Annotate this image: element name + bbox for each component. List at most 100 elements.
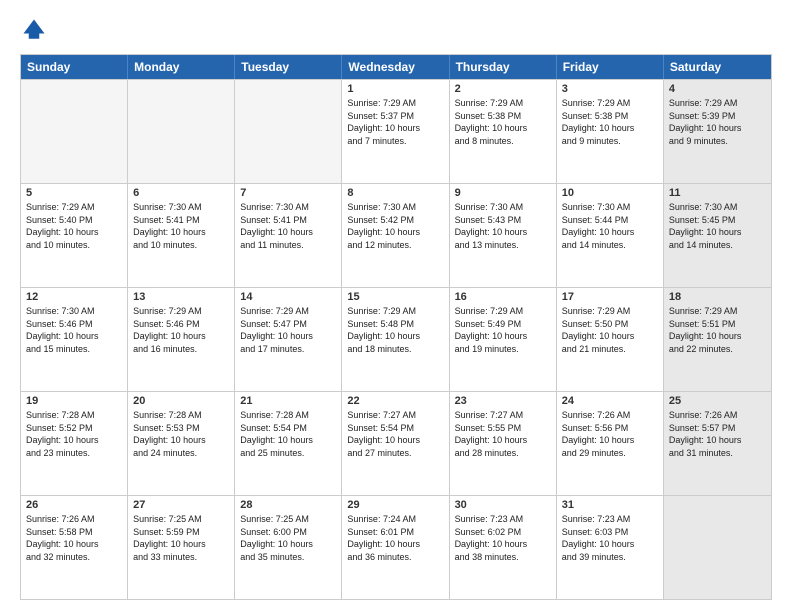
day-number: 7 <box>240 187 336 199</box>
day-cell-21: 21 Sunrise: 7:28 AM Sunset: 5:54 PM Dayli… <box>235 392 342 495</box>
day-number: 13 <box>133 291 229 303</box>
calendar-week-1: 1 Sunrise: 7:29 AM Sunset: 5:37 PM Daylig… <box>21 79 771 183</box>
day-info: Sunrise: 7:29 AM Sunset: 5:47 PM Dayligh… <box>240 305 336 355</box>
day-info: Sunrise: 7:29 AM Sunset: 5:39 PM Dayligh… <box>669 97 766 147</box>
day-cell-2: 2 Sunrise: 7:29 AM Sunset: 5:38 PM Daylig… <box>450 80 557 183</box>
day-header-saturday: Saturday <box>664 55 771 79</box>
day-header-thursday: Thursday <box>450 55 557 79</box>
day-number: 3 <box>562 83 658 95</box>
logo <box>20 16 52 44</box>
day-number: 28 <box>240 499 336 511</box>
day-info: Sunrise: 7:29 AM Sunset: 5:38 PM Dayligh… <box>455 97 551 147</box>
day-cell-15: 15 Sunrise: 7:29 AM Sunset: 5:48 PM Dayli… <box>342 288 449 391</box>
day-number: 23 <box>455 395 551 407</box>
day-cell-25: 25 Sunrise: 7:26 AM Sunset: 5:57 PM Dayli… <box>664 392 771 495</box>
day-cell-12: 12Sunrise: 7:30 AM Sunset: 5:46 PM Dayli… <box>21 288 128 391</box>
day-info: Sunrise: 7:26 AM Sunset: 5:58 PM Dayligh… <box>26 513 122 563</box>
day-cell-17: 17Sunrise: 7:29 AM Sunset: 5:50 PM Dayli… <box>557 288 664 391</box>
calendar: SundayMondayTuesdayWednesdayThursdayFrid… <box>20 54 772 600</box>
day-number: 24 <box>562 395 658 407</box>
day-header-monday: Monday <box>128 55 235 79</box>
day-header-sunday: Sunday <box>21 55 128 79</box>
day-cell-4: 4 Sunrise: 7:29 AM Sunset: 5:39 PM Daylig… <box>664 80 771 183</box>
day-cell-18: 18Sunrise: 7:29 AM Sunset: 5:51 PM Dayli… <box>664 288 771 391</box>
day-cell-5: 5Sunrise: 7:29 AM Sunset: 5:40 PM Daylig… <box>21 184 128 287</box>
day-cell-24: 24 Sunrise: 7:26 AM Sunset: 5:56 PM Dayli… <box>557 392 664 495</box>
day-info: Sunrise: 7:30 AM Sunset: 5:46 PM Dayligh… <box>26 305 122 355</box>
day-info: Sunrise: 7:26 AM Sunset: 5:56 PM Dayligh… <box>562 409 658 459</box>
day-info: Sunrise: 7:27 AM Sunset: 5:55 PM Dayligh… <box>455 409 551 459</box>
day-cell-30: 30 Sunrise: 7:23 AM Sunset: 6:02 PM Dayli… <box>450 496 557 599</box>
day-info: Sunrise: 7:23 AM Sunset: 6:03 PM Dayligh… <box>562 513 658 563</box>
day-number: 9 <box>455 187 551 199</box>
day-number: 14 <box>240 291 336 303</box>
day-info: Sunrise: 7:30 AM Sunset: 5:41 PM Dayligh… <box>133 201 229 251</box>
day-cell-22: 22 Sunrise: 7:27 AM Sunset: 5:54 PM Dayli… <box>342 392 449 495</box>
day-info: Sunrise: 7:28 AM Sunset: 5:53 PM Dayligh… <box>133 409 229 459</box>
day-number: 25 <box>669 395 766 407</box>
day-info: Sunrise: 7:26 AM Sunset: 5:57 PM Dayligh… <box>669 409 766 459</box>
calendar-week-3: 12Sunrise: 7:30 AM Sunset: 5:46 PM Dayli… <box>21 287 771 391</box>
day-cell-6: 6 Sunrise: 7:30 AM Sunset: 5:41 PM Daylig… <box>128 184 235 287</box>
day-info: Sunrise: 7:30 AM Sunset: 5:44 PM Dayligh… <box>562 201 658 251</box>
day-info: Sunrise: 7:29 AM Sunset: 5:40 PM Dayligh… <box>26 201 122 251</box>
day-number: 10 <box>562 187 658 199</box>
day-cell-empty <box>235 80 342 183</box>
day-info: Sunrise: 7:30 AM Sunset: 5:45 PM Dayligh… <box>669 201 766 251</box>
day-cell-27: 27 Sunrise: 7:25 AM Sunset: 5:59 PM Dayli… <box>128 496 235 599</box>
day-info: Sunrise: 7:23 AM Sunset: 6:02 PM Dayligh… <box>455 513 551 563</box>
day-info: Sunrise: 7:29 AM Sunset: 5:49 PM Dayligh… <box>455 305 551 355</box>
day-number: 2 <box>455 83 551 95</box>
day-number: 26 <box>26 499 122 511</box>
day-cell-8: 8Sunrise: 7:30 AM Sunset: 5:42 PM Daylig… <box>342 184 449 287</box>
day-info: Sunrise: 7:29 AM Sunset: 5:37 PM Dayligh… <box>347 97 443 147</box>
day-info: Sunrise: 7:25 AM Sunset: 6:00 PM Dayligh… <box>240 513 336 563</box>
day-info: Sunrise: 7:29 AM Sunset: 5:48 PM Dayligh… <box>347 305 443 355</box>
day-number: 21 <box>240 395 336 407</box>
day-info: Sunrise: 7:27 AM Sunset: 5:54 PM Dayligh… <box>347 409 443 459</box>
day-cell-empty <box>128 80 235 183</box>
calendar-week-4: 19Sunrise: 7:28 AM Sunset: 5:52 PM Dayli… <box>21 391 771 495</box>
day-cell-14: 14 Sunrise: 7:29 AM Sunset: 5:47 PM Dayli… <box>235 288 342 391</box>
day-number: 20 <box>133 395 229 407</box>
day-cell-3: 3 Sunrise: 7:29 AM Sunset: 5:38 PM Daylig… <box>557 80 664 183</box>
day-info: Sunrise: 7:29 AM Sunset: 5:38 PM Dayligh… <box>562 97 658 147</box>
day-header-wednesday: Wednesday <box>342 55 449 79</box>
day-cell-10: 10 Sunrise: 7:30 AM Sunset: 5:44 PM Dayli… <box>557 184 664 287</box>
logo-icon <box>20 16 48 44</box>
day-info: Sunrise: 7:30 AM Sunset: 5:43 PM Dayligh… <box>455 201 551 251</box>
page: SundayMondayTuesdayWednesdayThursdayFrid… <box>0 0 792 612</box>
day-cell-7: 7 Sunrise: 7:30 AM Sunset: 5:41 PM Daylig… <box>235 184 342 287</box>
day-number: 6 <box>133 187 229 199</box>
calendar-week-5: 26 Sunrise: 7:26 AM Sunset: 5:58 PM Dayli… <box>21 495 771 599</box>
day-info: Sunrise: 7:29 AM Sunset: 5:51 PM Dayligh… <box>669 305 766 355</box>
day-cell-13: 13Sunrise: 7:29 AM Sunset: 5:46 PM Dayli… <box>128 288 235 391</box>
day-header-tuesday: Tuesday <box>235 55 342 79</box>
day-number: 31 <box>562 499 658 511</box>
day-cell-16: 16 Sunrise: 7:29 AM Sunset: 5:49 PM Dayli… <box>450 288 557 391</box>
day-info: Sunrise: 7:24 AM Sunset: 6:01 PM Dayligh… <box>347 513 443 563</box>
day-number: 30 <box>455 499 551 511</box>
day-number: 11 <box>669 187 766 199</box>
calendar-header-row: SundayMondayTuesdayWednesdayThursdayFrid… <box>21 55 771 79</box>
day-cell-23: 23 Sunrise: 7:27 AM Sunset: 5:55 PM Dayli… <box>450 392 557 495</box>
day-number: 8 <box>347 187 443 199</box>
day-info: Sunrise: 7:25 AM Sunset: 5:59 PM Dayligh… <box>133 513 229 563</box>
day-number: 1 <box>347 83 443 95</box>
day-info: Sunrise: 7:29 AM Sunset: 5:50 PM Dayligh… <box>562 305 658 355</box>
day-cell-1: 1 Sunrise: 7:29 AM Sunset: 5:37 PM Daylig… <box>342 80 449 183</box>
day-number: 16 <box>455 291 551 303</box>
day-header-friday: Friday <box>557 55 664 79</box>
day-number: 4 <box>669 83 766 95</box>
day-cell-empty <box>21 80 128 183</box>
day-info: Sunrise: 7:30 AM Sunset: 5:41 PM Dayligh… <box>240 201 336 251</box>
day-number: 29 <box>347 499 443 511</box>
day-cell-28: 28 Sunrise: 7:25 AM Sunset: 6:00 PM Dayli… <box>235 496 342 599</box>
calendar-body: 1 Sunrise: 7:29 AM Sunset: 5:37 PM Daylig… <box>21 79 771 599</box>
day-number: 15 <box>347 291 443 303</box>
day-info: Sunrise: 7:28 AM Sunset: 5:54 PM Dayligh… <box>240 409 336 459</box>
day-number: 22 <box>347 395 443 407</box>
day-number: 27 <box>133 499 229 511</box>
calendar-week-2: 5Sunrise: 7:29 AM Sunset: 5:40 PM Daylig… <box>21 183 771 287</box>
header <box>20 16 772 44</box>
